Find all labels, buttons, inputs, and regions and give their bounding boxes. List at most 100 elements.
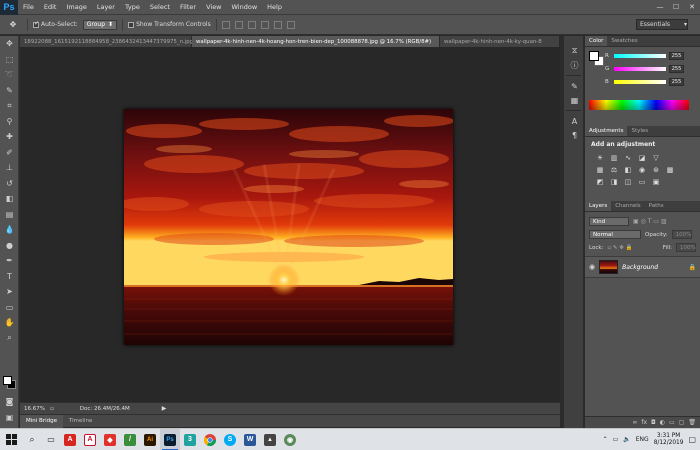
character-panel-icon[interactable]: A [564, 114, 585, 128]
clone-stamp-tool-icon[interactable]: ⊥ [0, 160, 19, 176]
menu-filter[interactable]: Filter [175, 3, 201, 11]
blue-slider[interactable] [614, 79, 666, 84]
marquee-tool-icon[interactable]: ⬚ [0, 52, 19, 68]
hand-tool-icon[interactable]: ✋ [0, 315, 19, 331]
sunset-image[interactable] [124, 109, 453, 345]
color-swatches[interactable] [3, 376, 17, 390]
menu-edit[interactable]: Edit [39, 3, 62, 11]
zoom-field[interactable]: 16.67% [20, 406, 46, 412]
history-brush-tool-icon[interactable]: ↺ [0, 176, 19, 192]
skype-taskbar-icon[interactable]: S [220, 429, 240, 450]
opacity-field[interactable]: 100% [671, 230, 692, 239]
brush-presets-icon[interactable]: ▦ [564, 93, 585, 107]
photo-filter-icon[interactable]: ◉ [637, 165, 647, 174]
visibility-eye-icon[interactable]: ◉ [589, 263, 595, 271]
tab-layers[interactable]: Layers [585, 201, 612, 211]
new-adjustment-icon[interactable]: ◐ [660, 419, 665, 426]
fill-field[interactable]: 100% [676, 243, 696, 252]
minimize-button[interactable]: — [652, 0, 668, 15]
green-value[interactable]: 255 [669, 64, 684, 73]
tab-timeline[interactable]: Timeline [63, 415, 98, 428]
layer-style-icon[interactable]: fx [641, 419, 647, 426]
delete-layer-icon[interactable]: 🗑 [688, 419, 696, 426]
curves-icon[interactable]: ∿ [623, 153, 633, 162]
photoshop-taskbar-icon[interactable]: Ps [160, 428, 180, 450]
menu-view[interactable]: View [201, 3, 226, 11]
app-3-taskbar-icon[interactable]: 3 [180, 429, 200, 450]
clock[interactable]: 3:31 PM 8/12/2019 [654, 433, 684, 447]
tab-mini-bridge[interactable]: Mini Bridge [20, 414, 63, 428]
brush-panel-icon[interactable]: ✎ [564, 79, 585, 93]
show-hidden-icons[interactable]: ⌃ [603, 436, 608, 443]
green-app-taskbar-icon[interactable]: / [120, 429, 140, 450]
vibrance-icon[interactable]: ▽ [651, 153, 661, 162]
blur-tool-icon[interactable]: 💧 [0, 222, 19, 238]
color-fg-swatch[interactable] [589, 51, 599, 61]
layer-filter-kind[interactable]: Kind [589, 217, 629, 226]
red-app-taskbar-icon[interactable]: ◆ [100, 429, 120, 450]
pen-tool-icon[interactable]: ✒ [0, 253, 19, 269]
brush-tool-icon[interactable]: ✐ [0, 145, 19, 161]
history-panel-icon[interactable]: ⧖ [564, 44, 585, 58]
chrome-taskbar-icon[interactable] [200, 429, 220, 450]
posterize-icon[interactable]: ◨ [609, 177, 619, 186]
quick-select-tool-icon[interactable]: ✎ [0, 83, 19, 99]
eyedropper-tool-icon[interactable]: ⚲ [0, 114, 19, 130]
status-menu-arrow[interactable]: ▶ [162, 405, 167, 412]
menu-window[interactable]: Window [227, 3, 263, 11]
search-icon[interactable]: ⌕ [22, 429, 42, 450]
color-spectrum[interactable] [589, 100, 689, 110]
link-layers-icon[interactable]: ∞ [632, 419, 637, 426]
invert-icon[interactable]: ◩ [595, 177, 605, 186]
notifications-icon[interactable]: ▢ [688, 435, 696, 444]
auto-select-mode-dropdown[interactable]: Group ⬍ [82, 19, 118, 30]
task-view-icon[interactable]: ▭ [42, 429, 60, 450]
eraser-tool-icon[interactable]: ◧ [0, 191, 19, 207]
volume-icon[interactable]: 🔈 [623, 436, 630, 443]
color-lookup-icon[interactable]: ▩ [665, 165, 675, 174]
screen-mode-icon[interactable]: ▣ [0, 410, 19, 426]
word-taskbar-icon[interactable]: W [240, 429, 260, 450]
tab-styles[interactable]: Styles [627, 126, 652, 136]
start-button[interactable] [0, 429, 22, 450]
healing-brush-tool-icon[interactable]: ✚ [0, 129, 19, 145]
photos-taskbar-icon[interactable]: ▲ [260, 429, 280, 450]
maximize-button[interactable]: ☐ [668, 0, 684, 15]
doc-tab-1[interactable]: 18922088_1615192118884958_23864324134473… [20, 36, 193, 47]
blue-value[interactable]: 255 [669, 77, 684, 86]
move-tool-preset-icon[interactable]: ✥ [4, 18, 22, 32]
path-select-tool-icon[interactable]: ➤ [0, 284, 19, 300]
globe-app-taskbar-icon[interactable]: ◉ [280, 429, 300, 450]
layer-name[interactable]: Background [622, 264, 658, 271]
dodge-tool-icon[interactable]: ● [0, 238, 19, 254]
doc-tab-3[interactable]: wallpaper-4k-hinh-nen-4k-ky-quan-8 [440, 36, 560, 47]
levels-icon[interactable]: ▥ [609, 153, 619, 162]
red-value[interactable]: 255 [669, 51, 684, 60]
properties-panel-icon[interactable]: ⓘ [564, 58, 585, 72]
show-transform-checkbox[interactable]: Show Transform Controls [128, 21, 211, 28]
workspace-dropdown[interactable]: Essentials ▾ [636, 19, 688, 30]
channel-mixer-icon[interactable]: ⊛ [651, 165, 661, 174]
acrobat-taskbar-icon[interactable]: A [60, 429, 80, 450]
auto-select-checkbox[interactable]: Auto-Select: [33, 20, 78, 28]
new-layer-icon[interactable]: ▢ [679, 419, 685, 426]
add-mask-icon[interactable]: ◘ [651, 419, 656, 426]
paragraph-panel-icon[interactable]: ¶ [564, 128, 585, 142]
type-tool-icon[interactable]: T [0, 269, 19, 285]
input-language[interactable]: ENG [636, 436, 649, 443]
doc-tab-2-active[interactable]: wallpaper-4k-hinh-nen-4k-hoang-hon-tren-… [192, 36, 440, 47]
hue-saturation-icon[interactable]: ▦ [595, 165, 605, 174]
blend-mode-dropdown[interactable]: Normal [589, 230, 641, 239]
exposure-icon[interactable]: ◪ [637, 153, 647, 162]
color-balance-icon[interactable]: ⚖ [609, 165, 619, 174]
new-group-icon[interactable]: ▭ [669, 419, 675, 426]
gradient-map-icon[interactable]: ▭ [637, 177, 647, 186]
tab-paths[interactable]: Paths [645, 201, 668, 211]
green-slider[interactable] [614, 66, 666, 71]
lock-icons[interactable]: ▫ ✎ ✥ 🔒 [607, 245, 632, 251]
foreground-color-swatch[interactable] [3, 376, 12, 385]
illustrator-taskbar-icon[interactable]: Ai [140, 429, 160, 450]
tab-color[interactable]: Color [585, 36, 608, 46]
menu-type[interactable]: Type [120, 3, 145, 11]
move-tool-icon[interactable]: ✥ [0, 36, 19, 52]
